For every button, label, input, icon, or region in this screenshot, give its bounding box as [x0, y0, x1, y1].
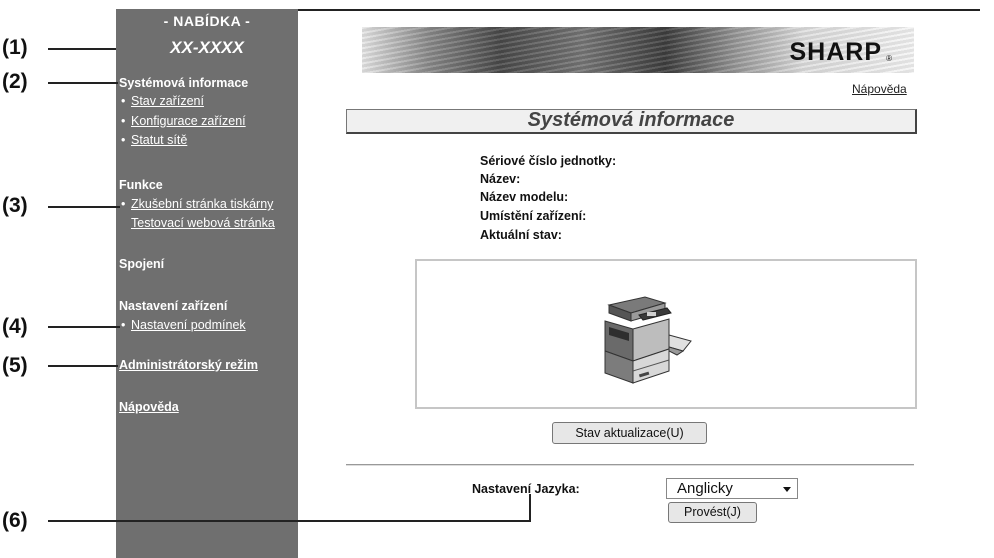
sidebar-menu: - NABÍDKA - XX-XXXX Systémová informace … — [116, 9, 298, 558]
section-system-info: Systémová informace — [119, 76, 249, 90]
callout-2: (2) — [2, 70, 28, 93]
callout-4: (4) — [2, 315, 28, 338]
info-name: Název: — [480, 172, 521, 186]
top-frame-line — [298, 9, 980, 11]
refresh-status-button[interactable]: Stav aktualizace(U) — [552, 422, 707, 444]
sidebar-help-link[interactable]: Nápověda — [119, 400, 179, 414]
callout-1-line — [48, 48, 116, 50]
sidebar-item-device-status[interactable]: • Stav zařízení — [121, 94, 204, 108]
sidebar-item-network-status[interactable]: • Statut sítě — [121, 133, 187, 147]
sidebar-item-printer-test-page[interactable]: • Zkušební stránka tiskárny — [121, 197, 273, 211]
language-setting-label: Nastavení Jazyka: — [472, 482, 580, 496]
callout-5: (5) — [2, 354, 28, 377]
callout-4-line — [48, 326, 120, 328]
callout-2-line — [48, 82, 118, 84]
language-select[interactable]: Anglicky — [666, 478, 798, 499]
callout-6-line — [48, 520, 530, 522]
page-title-box: Systémová informace — [346, 109, 917, 134]
model-name: XX-XXXX — [170, 38, 244, 57]
callout-6: (6) — [2, 509, 28, 532]
info-model-name: Název modelu: — [480, 190, 569, 204]
sidebar-item-test-web-page[interactable]: Testovací webová stránka — [121, 216, 275, 230]
info-current-status: Aktuální stav: — [480, 228, 562, 242]
header-help-link[interactable]: Nápověda — [852, 82, 907, 96]
callout-3-line — [48, 206, 120, 208]
section-functions: Funkce — [119, 178, 163, 192]
sidebar-item-condition-settings[interactable]: • Nastavení podmínek — [121, 318, 246, 332]
registered-mark: ® — [886, 54, 892, 63]
sidebar-item-device-config[interactable]: • Konfigurace zařízení — [121, 114, 246, 128]
callout-3: (3) — [2, 194, 28, 217]
section-connection: Spojení — [119, 257, 165, 271]
language-select-value: Anglicky — [677, 480, 733, 497]
callout-6-connector — [529, 494, 531, 522]
section-device-settings: Nastavení zařízení — [119, 299, 228, 313]
device-image-frame — [415, 259, 917, 409]
info-serial-number: Sériové číslo jednotky: — [480, 154, 617, 168]
callout-1: (1) — [2, 36, 28, 59]
apply-language-button[interactable]: Provést(J) — [668, 502, 757, 523]
separator-line — [346, 464, 914, 466]
menu-title: - NABÍDKA - — [163, 13, 251, 29]
callout-5-line — [48, 365, 118, 367]
chevron-down-icon — [783, 487, 791, 492]
copier-machine-icon — [604, 296, 692, 384]
info-device-location: Umístění zařízení: — [480, 209, 587, 223]
admin-mode-link[interactable]: Administrátorský režim — [119, 358, 258, 372]
sharp-logo: SHARP — [789, 38, 882, 66]
header-banner: SHARP ® — [362, 27, 914, 73]
page-title: Systémová informace — [527, 109, 735, 131]
